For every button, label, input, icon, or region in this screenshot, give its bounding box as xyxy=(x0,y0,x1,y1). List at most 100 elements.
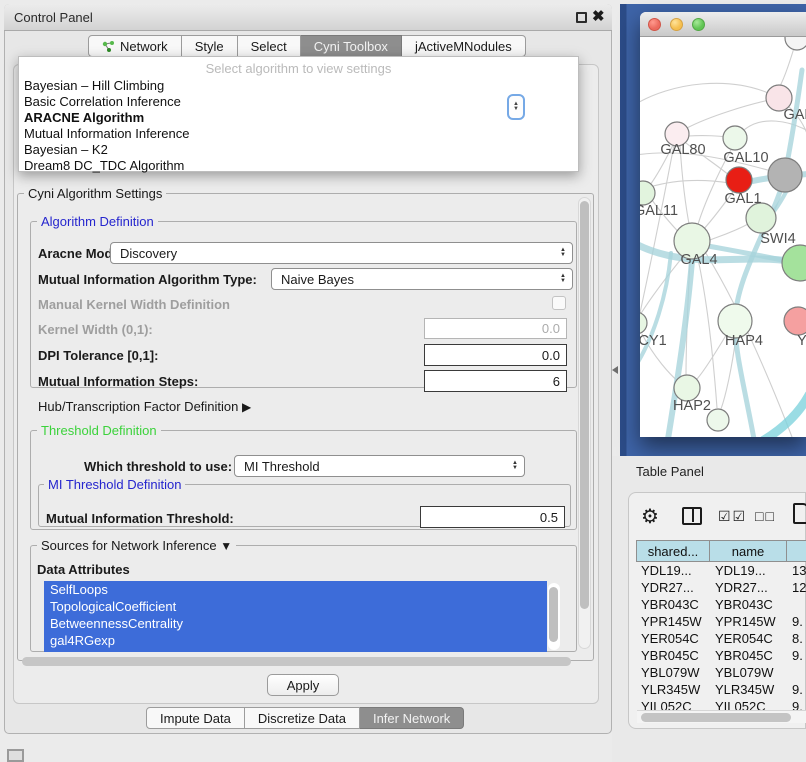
menu-item[interactable]: Mutual Information Inference xyxy=(24,126,189,141)
table-row[interactable]: YLR345WYLR345W9. xyxy=(636,681,806,698)
node-salmon[interactable] xyxy=(784,307,806,335)
menu-item[interactable]: Dream8 DC_TDC Algorithm xyxy=(24,158,184,173)
corner-widget-icon[interactable] xyxy=(7,749,24,762)
column-header[interactable] xyxy=(787,540,806,562)
menu-item[interactable]: Bayesian – K2 xyxy=(24,142,108,157)
node-gal10[interactable] xyxy=(723,126,747,150)
network-icon xyxy=(102,40,115,53)
menu-item-selected[interactable]: ARACNE Algorithm xyxy=(24,110,144,125)
sources-group-title[interactable]: Sources for Network Inference ▼ xyxy=(37,538,236,553)
tab-network[interactable]: Network xyxy=(88,35,182,57)
edge xyxy=(640,145,674,313)
list-item[interactable]: BetweennessCentrality xyxy=(44,615,547,632)
table-row[interactable]: YBR045CYBR045C9. xyxy=(636,647,806,664)
combo-value: Naive Bayes xyxy=(281,272,354,287)
close-icon[interactable]: ✖ xyxy=(592,7,605,25)
node-label: GCY1 xyxy=(640,333,667,349)
mi-algorithm-type-combobox[interactable]: Naive Bayes ▲▼ xyxy=(271,268,573,290)
node-label: GAL11 xyxy=(640,203,678,219)
list-item[interactable]: TopologicalCoefficient xyxy=(44,598,547,615)
panel-title: Control Panel xyxy=(14,10,93,25)
scrollbar-thumb[interactable] xyxy=(580,201,589,609)
settings-vertical-scrollbar[interactable] xyxy=(578,197,591,649)
which-threshold-combobox[interactable]: MI Threshold ▲▼ xyxy=(234,455,525,477)
tab-impute-data[interactable]: Impute Data xyxy=(146,707,245,729)
column-header[interactable]: shared... xyxy=(636,540,710,562)
select-all-checkboxes-icon[interactable]: ☑☑ xyxy=(718,508,747,525)
column-header[interactable]: name xyxy=(710,540,787,562)
columns-icon[interactable] xyxy=(682,507,702,525)
node-label: GAL xyxy=(783,107,806,123)
close-traffic-light[interactable] xyxy=(648,18,661,31)
threshold-definition-title: Threshold Definition xyxy=(37,423,161,438)
node-label: SWI4 xyxy=(760,231,795,247)
table-row[interactable]: YBL079WYBL079W xyxy=(636,664,806,681)
table-row[interactable]: YPR145WYPR145W9. xyxy=(636,613,806,630)
data-attributes-list[interactable]: SelfLoops TopologicalCoefficient Between… xyxy=(44,581,547,652)
node-gcy1[interactable] xyxy=(640,312,647,334)
tab-select[interactable]: Select xyxy=(238,35,301,57)
table-row[interactable]: YBR043CYBR043C xyxy=(636,596,806,613)
node-label: Y xyxy=(797,333,806,349)
tab-discretize-data[interactable]: Discretize Data xyxy=(245,707,360,729)
edge xyxy=(640,83,779,105)
hub-definition-label: Hub/Transcription Factor Definition xyxy=(38,399,238,414)
table-row[interactable]: YDR27...YDR27...12 xyxy=(636,579,806,596)
gear-icon[interactable]: ⚙ xyxy=(641,504,659,529)
network-window-titlebar[interactable] xyxy=(640,12,806,37)
deselect-all-checkboxes-icon[interactable]: □□ xyxy=(755,508,776,524)
table-row[interactable]: YDL19...YDL19...13 xyxy=(636,562,806,579)
node-gal1-selected[interactable] xyxy=(726,167,752,193)
node-swi4[interactable] xyxy=(746,203,776,233)
settings-horizontal-scrollbar[interactable] xyxy=(20,656,594,668)
dpi-tolerance-field[interactable]: 0.0 xyxy=(424,344,567,366)
dropdown-arrow-icon: ▼ xyxy=(220,539,232,553)
hub-definition-disclosure[interactable]: Hub/Transcription Factor Definition ▶ xyxy=(38,399,251,414)
tab-jactivemnodules[interactable]: jActiveMNodules xyxy=(402,35,526,57)
table-header-row: shared... name xyxy=(636,540,806,562)
network-canvas[interactable]: GAL GAL80 GAL10 GAL1 GAL11 SWI4 GAL4 GCY… xyxy=(640,37,806,437)
settings-group-title: Cyni Algorithm Settings xyxy=(24,186,166,201)
mi-threshold-field[interactable]: 0.5 xyxy=(420,506,565,528)
combo-arrows-icon: ▲▼ xyxy=(554,274,572,284)
network-graph: GAL GAL80 GAL10 GAL1 GAL11 SWI4 GAL4 GCY… xyxy=(640,37,806,437)
apply-button[interactable]: Apply xyxy=(267,674,339,696)
attribute-list-scrollbar[interactable] xyxy=(548,583,560,650)
node-gray[interactable] xyxy=(768,158,802,192)
aracne-mode-combobox[interactable]: Discovery ▲▼ xyxy=(110,242,573,264)
scrollbar-thumb[interactable] xyxy=(22,657,571,666)
bottom-tabs: Impute Data Discretize Data Infer Networ… xyxy=(146,707,464,729)
node-label: GAL10 xyxy=(723,150,768,166)
table-horizontal-scrollbar[interactable] xyxy=(637,710,806,723)
which-threshold-label: Which threshold to use: xyxy=(84,459,232,474)
table-panel-title: Table Panel xyxy=(636,464,704,479)
kernel-width-field[interactable]: 0.0 xyxy=(424,318,567,339)
edge xyxy=(698,259,717,408)
combo-arrows-icon: ▲▼ xyxy=(506,461,524,471)
list-item[interactable]: SelfLoops xyxy=(44,581,547,598)
scrollbar-thumb[interactable] xyxy=(549,587,558,642)
mi-steps-field[interactable]: 6 xyxy=(424,370,567,392)
node-label: HAP2 xyxy=(673,398,711,414)
float-window-icon[interactable] xyxy=(576,12,587,23)
menu-item[interactable]: Bayesian – Hill Climbing xyxy=(24,78,164,93)
scrollbar-thumb[interactable] xyxy=(641,713,791,722)
zoom-traffic-light[interactable] xyxy=(692,18,705,31)
splitter-collapse-arrow[interactable] xyxy=(612,366,618,374)
menu-item[interactable]: Basic Correlation Inference xyxy=(24,94,181,109)
tab-infer-network[interactable]: Infer Network xyxy=(360,707,464,729)
tab-style[interactable]: Style xyxy=(182,35,238,57)
list-item[interactable]: gal4RGexp xyxy=(44,632,547,649)
export-table-icon[interactable] xyxy=(793,503,806,524)
table-row[interactable]: YER054CYER054C8. xyxy=(636,630,806,647)
mi-threshold-label: Mutual Information Threshold: xyxy=(46,511,234,526)
focused-combo-arrow-button[interactable]: ▲▼ xyxy=(507,94,525,120)
manual-kernel-width-checkbox[interactable] xyxy=(552,296,566,310)
combo-value: MI Threshold xyxy=(244,459,320,474)
tab-cyni-toolbox[interactable]: Cyni Toolbox xyxy=(301,35,402,57)
node[interactable] xyxy=(785,37,806,50)
minimize-traffic-light[interactable] xyxy=(670,18,683,31)
node-label: GAL1 xyxy=(724,191,761,207)
node-green-partial[interactable] xyxy=(782,245,806,281)
algorithm-dropdown-popup: Select algorithm to view settings Bayesi… xyxy=(18,56,579,172)
